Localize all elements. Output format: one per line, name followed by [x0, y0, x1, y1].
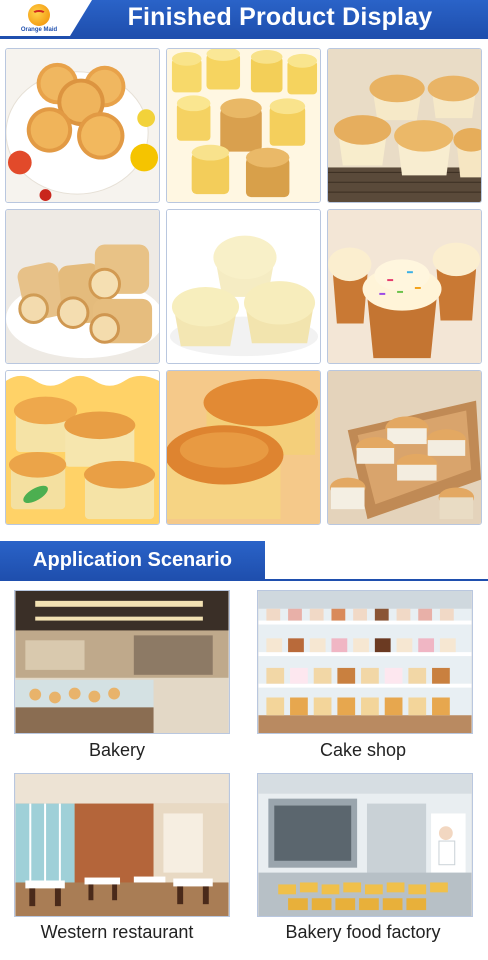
header-underline	[0, 36, 488, 39]
logo-text: Orange Maid	[20, 27, 58, 33]
scene-label-bakery: Bakery	[88, 740, 146, 760]
header-banner: Orange Maid Finished Product Display	[0, 0, 488, 39]
product-image-mini-cylinder-cakes	[166, 48, 321, 203]
product-image-swiss-rolls	[5, 209, 160, 364]
product-image-muffins-in-box	[327, 370, 482, 525]
scene-image-cake-shop	[257, 590, 473, 734]
product-image-paper-cup-cakes	[327, 48, 482, 203]
section-heading-band: Application Scenario	[0, 541, 265, 579]
scene-image-bakery-food-factory	[257, 773, 473, 917]
product-image-paper-wrapped-cakes	[5, 370, 160, 525]
scene-image-bakery	[14, 590, 230, 734]
brand-logo: Orange Maid	[8, 2, 70, 36]
scene-label-cake-shop: Cake shop	[319, 740, 407, 760]
product-image-steamed-cup-cakes	[166, 209, 321, 364]
section-underline	[0, 579, 488, 581]
scene-label-western-restaurant: Western restaurant	[40, 922, 194, 942]
product-image-chiffon-cakes	[166, 370, 321, 525]
product-image-frosted-cupcakes	[327, 209, 482, 364]
section-heading: Application Scenario	[33, 549, 232, 571]
page-title: Finished Product Display	[127, 3, 433, 31]
scene-label-bakery-food-factory: Bakery food factory	[285, 922, 441, 942]
product-image-sponge-cakes	[5, 48, 160, 203]
product-gallery	[5, 48, 483, 526]
logo-swirl-icon	[32, 10, 46, 18]
scene-image-western-restaurant	[14, 773, 230, 917]
